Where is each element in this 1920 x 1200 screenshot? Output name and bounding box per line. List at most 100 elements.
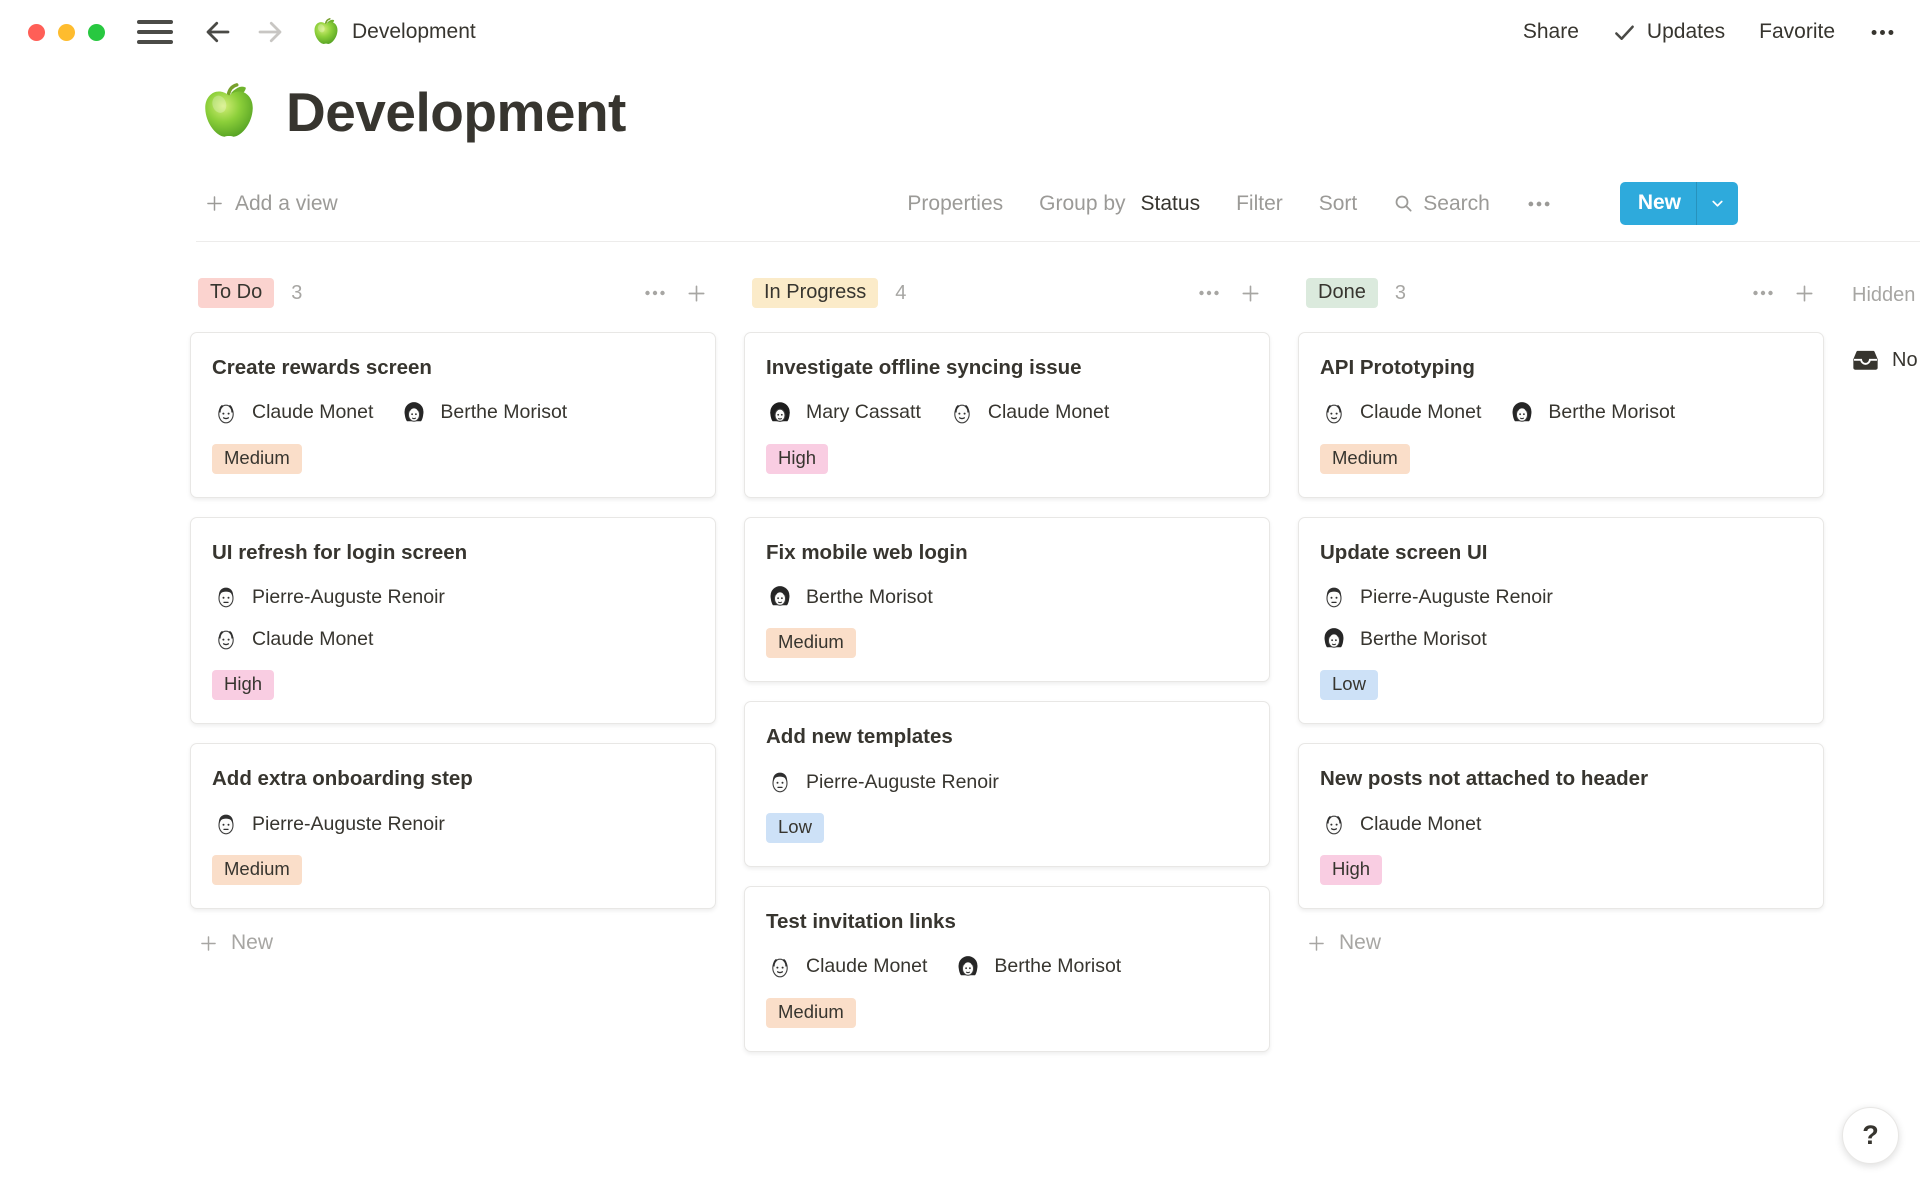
forward-arrow-icon[interactable] [255,17,285,47]
avatar [1320,399,1348,427]
group-by-button[interactable]: Group by Status [1039,192,1200,216]
board-column-done: Done 3 API Prototyping Claude Monet Bert… [1298,278,1824,955]
avatar [1320,625,1348,653]
hidden-column-name: No Status [1892,349,1920,372]
assignee-name: Berthe Morisot [994,955,1121,978]
assignee: Pierre-Auguste Renoir [212,583,445,611]
column-more-icon[interactable] [1751,281,1775,305]
kanban-card[interactable]: Update screen UI Pierre-Auguste Renoir B… [1298,517,1824,725]
priority-tag: High [766,444,828,474]
share-button[interactable]: Share [1523,20,1579,44]
kanban-card[interactable]: New posts not attached to header Claude … [1298,743,1824,909]
green-apple-icon [311,17,341,47]
add-view-label: Add a view [235,192,338,216]
column-add-icon[interactable] [685,282,708,305]
assignee: Pierre-Auguste Renoir [212,810,445,838]
properties-button[interactable]: Properties [907,192,1003,216]
search-label: Search [1423,192,1490,216]
kanban-card[interactable]: Investigate offline syncing issue Mary C… [744,332,1270,498]
zoom-window-button[interactable] [88,24,105,41]
minimize-window-button[interactable] [58,24,75,41]
window-titlebar: Development Share Updates Favorite [0,0,1920,64]
breadcrumb-page-title[interactable]: Development [352,20,476,44]
checkmark-icon [1613,21,1636,44]
assignee-name: Mary Cassatt [806,401,921,424]
updates-button[interactable]: Updates [1613,20,1725,44]
more-options-icon[interactable] [1869,19,1896,46]
kanban-card[interactable]: Create rewards screen Claude Monet Berth… [190,332,716,498]
window-controls [28,24,105,41]
hidden-column-no-status[interactable]: No Status [1852,347,1920,374]
priority-tag: High [212,670,274,700]
new-button[interactable]: New [1620,182,1738,225]
sidebar-toggle-icon[interactable] [137,20,173,44]
column-status-pill[interactable]: In Progress [752,278,878,308]
card-title: Add new templates [766,722,1248,752]
card-title: API Prototyping [1320,353,1802,383]
assignee-name: Claude Monet [252,401,373,424]
search-icon [1393,193,1414,214]
avatar [1320,810,1348,838]
assignee-name: Pierre-Auguste Renoir [252,813,445,836]
priority-tag: High [1320,855,1382,885]
card-title: Create rewards screen [212,353,694,383]
favorite-button[interactable]: Favorite [1759,20,1835,44]
assignee-name: Pierre-Auguste Renoir [806,771,999,794]
page-title[interactable]: Development [286,80,626,144]
column-add-icon[interactable] [1793,282,1816,305]
assignee-name: Berthe Morisot [1360,628,1487,651]
sort-button[interactable]: Sort [1319,192,1358,216]
new-card-button[interactable]: New [190,931,716,955]
kanban-card[interactable]: API Prototyping Claude Monet Berthe Mori… [1298,332,1824,498]
avatar [400,399,428,427]
column-more-icon[interactable] [643,281,667,305]
kanban-card[interactable]: Add new templates Pierre-Auguste Renoir … [744,701,1270,867]
card-title: Update screen UI [1320,538,1802,568]
assignee-name: Berthe Morisot [806,586,933,609]
green-apple-icon[interactable] [198,81,260,143]
assignee: Claude Monet [948,399,1109,427]
assignee-name: Claude Monet [1360,813,1481,836]
filter-button[interactable]: Filter [1236,192,1283,216]
avatar [766,768,794,796]
kanban-card[interactable]: Fix mobile web login Berthe Morisot Medi… [744,517,1270,683]
close-window-button[interactable] [28,24,45,41]
assignee: Berthe Morisot [1320,625,1487,653]
assignee: Claude Monet [212,399,373,427]
card-title: Fix mobile web login [766,538,1248,568]
priority-tag: Medium [766,998,856,1028]
hidden-columns-label[interactable]: Hidden columns [1852,284,1920,307]
search-button[interactable]: Search [1393,192,1490,216]
column-more-icon[interactable] [1197,281,1221,305]
new-card-label: New [1339,931,1381,955]
column-status-pill[interactable]: Done [1306,278,1378,308]
kanban-card[interactable]: Test invitation links Claude Monet Berth… [744,886,1270,1052]
assignee-name: Claude Monet [1360,401,1481,424]
avatar [212,810,240,838]
assignee: Berthe Morisot [954,953,1121,981]
column-status-pill[interactable]: To Do [198,278,274,308]
avatar [766,399,794,427]
help-button[interactable]: ? [1842,1107,1899,1164]
view-more-options-icon[interactable] [1526,191,1552,217]
avatar [1508,399,1536,427]
card-title: New posts not attached to header [1320,764,1802,794]
kanban-card[interactable]: Add extra onboarding step Pierre-Auguste… [190,743,716,909]
card-title: Add extra onboarding step [212,764,694,794]
priority-tag: Low [1320,670,1378,700]
new-card-button[interactable]: New [1298,931,1824,955]
add-view-button[interactable]: Add a view [204,192,338,216]
priority-tag: Medium [212,855,302,885]
assignee-name: Claude Monet [806,955,927,978]
inbox-icon [1852,347,1879,374]
plus-icon [198,933,219,954]
card-title: Investigate offline syncing issue [766,353,1248,383]
assignee: Pierre-Auguste Renoir [766,768,999,796]
back-arrow-icon[interactable] [203,17,233,47]
kanban-card[interactable]: UI refresh for login screen Pierre-Augus… [190,517,716,725]
chevron-down-icon[interactable] [1697,182,1738,225]
column-add-icon[interactable] [1239,282,1262,305]
avatar [948,399,976,427]
avatar [1320,583,1348,611]
avatar [766,583,794,611]
